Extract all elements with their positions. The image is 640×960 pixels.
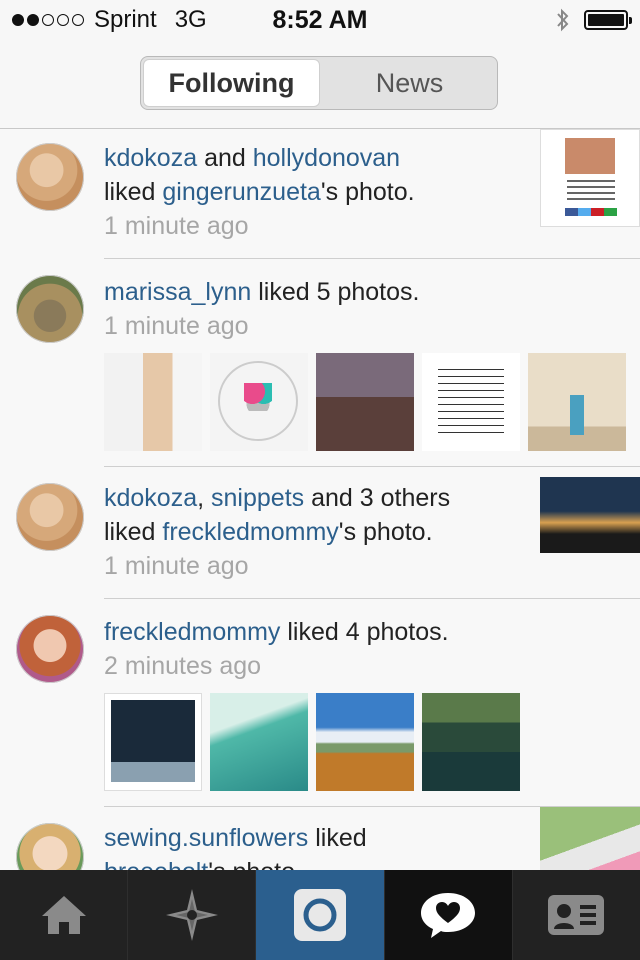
avatar[interactable]	[16, 823, 84, 870]
username-link[interactable]: sewing.sunflowers	[104, 824, 308, 852]
camera-icon	[294, 889, 346, 941]
text-liked: liked 5 photos.	[258, 278, 420, 306]
photo-thumbnail[interactable]	[104, 353, 202, 451]
username-link[interactable]: hollydonovan	[253, 144, 400, 172]
bluetooth-icon	[557, 8, 569, 32]
photo-thumbnail[interactable]	[540, 129, 640, 227]
feed-item[interactable]: sewing.sunflowers liked breeeholt's phot…	[16, 807, 640, 870]
photo-grid	[104, 353, 640, 451]
home-icon	[41, 896, 86, 934]
username-link[interactable]: breeeholt	[104, 858, 208, 870]
feed-item[interactable]: kdokoza, snippets and 3 others liked fre…	[16, 467, 640, 599]
avatar[interactable]	[16, 615, 84, 683]
activity-text: kdokoza and hollydonovan liked gingerunz…	[104, 141, 524, 209]
text-liked: liked 4 photos.	[287, 618, 449, 646]
avatar[interactable]	[16, 275, 84, 343]
photo-thumbnail[interactable]	[104, 693, 202, 791]
photo-grid	[104, 693, 640, 791]
feed-item[interactable]: kdokoza and hollydonovan liked gingerunz…	[16, 129, 640, 259]
activity-icon	[421, 893, 476, 938]
photo-thumbnail[interactable]	[316, 693, 414, 791]
tab-activity[interactable]	[383, 870, 512, 960]
segmented-control: Following News	[140, 56, 498, 110]
photo-thumbnail[interactable]	[540, 477, 640, 553]
activity-text: kdokoza, snippets and 3 others liked fre…	[104, 484, 451, 546]
tab-news[interactable]: News	[322, 57, 497, 109]
username-link[interactable]: gingerunzueta	[162, 178, 320, 206]
photo-thumbnail[interactable]	[422, 353, 520, 451]
photo-thumbnail[interactable]	[210, 693, 308, 791]
text-liked: liked	[315, 824, 367, 852]
timestamp: 2 minutes ago	[104, 652, 262, 680]
username-link[interactable]: freckledmommy	[104, 618, 280, 646]
text-suffix: 's photo.	[338, 518, 433, 546]
text-suffix: 's photo.	[320, 178, 415, 206]
photo-thumbnail[interactable]	[422, 693, 520, 791]
username-link[interactable]: freckledmommy	[162, 518, 338, 546]
photo-thumbnail[interactable]	[540, 807, 640, 870]
text-liked: liked	[104, 178, 156, 206]
battery-icon	[584, 10, 632, 30]
activity-text: marissa_lynn liked 5 photos.	[104, 275, 524, 309]
tab-camera[interactable]	[255, 870, 384, 960]
status-right	[556, 8, 632, 32]
tab-profile[interactable]	[511, 870, 640, 960]
username-link[interactable]: kdokoza	[104, 484, 197, 512]
timestamp: 1 minute ago	[104, 312, 249, 340]
text-suffix: 's photo.	[208, 858, 302, 870]
profile-icon	[548, 895, 605, 935]
feed-item[interactable]: freckledmommy liked 4 photos. 2 minutes …	[16, 599, 640, 807]
text-liked: liked	[104, 518, 156, 546]
tab-home[interactable]	[0, 870, 128, 960]
username-link[interactable]: snippets	[211, 484, 304, 512]
tab-explore[interactable]	[127, 870, 256, 960]
text-and: and	[204, 144, 246, 172]
avatar[interactable]	[16, 483, 84, 551]
tab-following[interactable]: Following	[143, 59, 320, 107]
username-link[interactable]: kdokoza	[104, 144, 197, 172]
tab-bar	[0, 870, 640, 960]
header: Following News	[0, 40, 640, 129]
status-time: 8:52 AM	[272, 6, 368, 34]
activity-text: sewing.sunflowers liked breeeholt's phot…	[104, 821, 524, 870]
status-bar: Sprint 3G 8:52 AM	[0, 0, 640, 40]
timestamp: 1 minute ago	[104, 552, 249, 580]
activity-text: freckledmommy liked 4 photos.	[104, 615, 524, 649]
feed-item[interactable]: marissa_lynn liked 5 photos. 1 minute ag…	[16, 259, 640, 467]
text-others[interactable]: and 3 others	[311, 484, 450, 512]
photo-thumbnail[interactable]	[528, 353, 626, 451]
explore-icon	[165, 889, 218, 941]
username-link[interactable]: marissa_lynn	[104, 278, 251, 306]
activity-feed[interactable]: kdokoza and hollydonovan liked gingerunz…	[0, 129, 640, 870]
photo-thumbnail[interactable]	[210, 353, 308, 451]
avatar[interactable]	[16, 143, 84, 211]
photo-thumbnail[interactable]	[316, 353, 414, 451]
